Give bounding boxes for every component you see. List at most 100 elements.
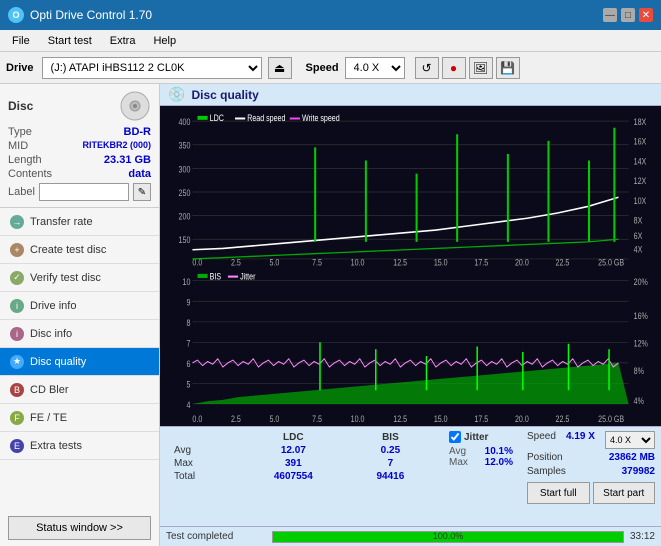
- start-part-button[interactable]: Start part: [593, 482, 656, 504]
- maximize-button[interactable]: □: [621, 8, 635, 22]
- col-bis: BIS: [348, 431, 433, 444]
- speed-stat-val: 4.19 X: [566, 431, 595, 449]
- disc-info-icon: i: [10, 327, 24, 341]
- drive-select[interactable]: (J:) ATAPI iHBS112 2 CL0K: [42, 57, 262, 79]
- speed-stat-select[interactable]: 4.0 X: [605, 431, 655, 449]
- col-ldc: LDC: [239, 431, 348, 444]
- right-stats: Speed 4.19 X 4.0 X Position 23862 MB Sam…: [521, 427, 661, 526]
- jitter-label: Jitter: [464, 432, 488, 443]
- svg-text:22.5: 22.5: [556, 258, 570, 266]
- svg-text:22.5: 22.5: [556, 412, 570, 423]
- svg-text:12.5: 12.5: [393, 258, 407, 266]
- svg-text:5: 5: [186, 378, 190, 389]
- svg-text:4%: 4%: [634, 394, 645, 405]
- nav-item-drive-info[interactable]: i Drive info: [0, 292, 159, 320]
- menu-extra[interactable]: Extra: [102, 33, 144, 49]
- bis-svg: 10 9 8 7 6 5 4 20% 16% 12% 8% 4% 0.0 2.5: [162, 267, 659, 425]
- svg-text:25.0 GB: 25.0 GB: [598, 258, 624, 266]
- nav-item-disc-info[interactable]: i Disc info: [0, 320, 159, 348]
- menu-help[interactable]: Help: [145, 33, 184, 49]
- svg-text:16X: 16X: [634, 137, 647, 147]
- nav-item-disc-quality[interactable]: ★ Disc quality: [0, 348, 159, 376]
- drive-label: Drive: [6, 62, 34, 74]
- disc-icon: [119, 90, 151, 122]
- stats-table: LDC BIS Avg 12.07 0.25 Max: [160, 427, 441, 526]
- start-full-button[interactable]: Start full: [527, 482, 590, 504]
- nav-item-create-test-disc[interactable]: + Create test disc: [0, 236, 159, 264]
- svg-text:7.5: 7.5: [312, 412, 322, 423]
- svg-text:18X: 18X: [634, 117, 647, 127]
- speed-label: Speed: [306, 62, 339, 74]
- stats-avg-row: Avg 12.07 0.25: [168, 444, 433, 457]
- svg-text:12X: 12X: [634, 176, 647, 186]
- content-header-icon: 💿: [168, 86, 185, 103]
- svg-text:Jitter: Jitter: [240, 270, 256, 281]
- position-val: 23862 MB: [609, 452, 655, 463]
- content-title: Disc quality: [191, 88, 258, 102]
- svg-text:0.0: 0.0: [192, 412, 202, 423]
- svg-text:350: 350: [179, 141, 191, 151]
- progress-bar-container: Test completed 100.0% 33:12: [160, 526, 661, 546]
- app-title: Opti Drive Control 1.70: [30, 8, 152, 22]
- nav-item-cd-bler[interactable]: B CD Bler: [0, 376, 159, 404]
- disc-title: Disc: [8, 99, 33, 113]
- close-button[interactable]: ✕: [639, 8, 653, 22]
- svg-text:9: 9: [186, 296, 190, 307]
- jitter-checkbox[interactable]: [449, 431, 461, 443]
- svg-text:14X: 14X: [634, 157, 647, 167]
- svg-text:6: 6: [186, 357, 190, 368]
- refresh-button[interactable]: ↺: [415, 57, 439, 79]
- svg-text:10X: 10X: [634, 196, 647, 206]
- svg-text:200: 200: [179, 212, 191, 222]
- mid-val: RITEKBR2 (000): [82, 140, 151, 152]
- svg-text:17.5: 17.5: [474, 258, 488, 266]
- svg-text:150: 150: [179, 235, 191, 245]
- nav-item-extra-tests[interactable]: E Extra tests: [0, 432, 159, 460]
- contents-key: Contents: [8, 168, 52, 180]
- ldc-chart: 400 350 300 250 200 150 18X 16X 14X 12X …: [162, 108, 659, 266]
- image-button[interactable]: 🖼: [469, 57, 493, 79]
- sidebar: Disc Type BD-R MID RITEKBR2 (000) Length…: [0, 84, 160, 546]
- nav-item-transfer-rate[interactable]: → Transfer rate: [0, 208, 159, 236]
- jitter-avg-val: 10.1%: [485, 446, 513, 457]
- menu-file[interactable]: File: [4, 33, 38, 49]
- svg-text:2.5: 2.5: [231, 412, 241, 423]
- jitter-stats: Jitter Avg 10.1% Max 12.0%: [441, 427, 521, 526]
- bis-chart: 10 9 8 7 6 5 4 20% 16% 12% 8% 4% 0.0 2.5: [162, 267, 659, 425]
- label-key: Label: [8, 186, 35, 198]
- svg-text:6X: 6X: [634, 231, 643, 241]
- svg-text:20%: 20%: [634, 275, 649, 286]
- length-key: Length: [8, 154, 42, 166]
- record-button[interactable]: ●: [442, 57, 466, 79]
- eject-button[interactable]: ⏏: [268, 57, 292, 79]
- app-icon: O: [8, 7, 24, 23]
- svg-text:5.0: 5.0: [270, 258, 280, 266]
- speed-select[interactable]: 4.0 X: [345, 57, 405, 79]
- svg-text:20.0: 20.0: [515, 412, 529, 423]
- svg-text:2.5: 2.5: [231, 258, 241, 266]
- minimize-button[interactable]: —: [603, 8, 617, 22]
- status-window-button[interactable]: Status window >>: [8, 516, 151, 540]
- menu-start-test[interactable]: Start test: [40, 33, 100, 49]
- samples-label: Samples: [527, 466, 566, 477]
- svg-text:12%: 12%: [634, 337, 649, 348]
- time-label: 33:12: [630, 531, 655, 542]
- cd-bler-icon: B: [10, 383, 24, 397]
- progress-pct: 100.0%: [273, 531, 623, 541]
- save-button[interactable]: 💾: [496, 57, 520, 79]
- label-input[interactable]: [39, 183, 129, 201]
- length-val: 23.31 GB: [104, 154, 151, 166]
- jitter-max-val: 12.0%: [485, 457, 513, 468]
- nav-item-fe-te[interactable]: F FE / TE: [0, 404, 159, 432]
- svg-text:BIS: BIS: [210, 270, 222, 281]
- title-bar: O Opti Drive Control 1.70 — □ ✕: [0, 0, 661, 30]
- charts-container: 400 350 300 250 200 150 18X 16X 14X 12X …: [160, 106, 661, 426]
- jitter-max-label: Max: [449, 457, 468, 468]
- label-edit-button[interactable]: ✎: [133, 183, 151, 201]
- menu-bar: File Start test Extra Help: [0, 30, 661, 52]
- svg-text:10.0: 10.0: [351, 258, 365, 266]
- nav-item-verify-test-disc[interactable]: ✓ Verify test disc: [0, 264, 159, 292]
- svg-text:LDC: LDC: [210, 113, 224, 123]
- svg-text:7.5: 7.5: [312, 258, 322, 266]
- disc-quality-icon: ★: [10, 355, 24, 369]
